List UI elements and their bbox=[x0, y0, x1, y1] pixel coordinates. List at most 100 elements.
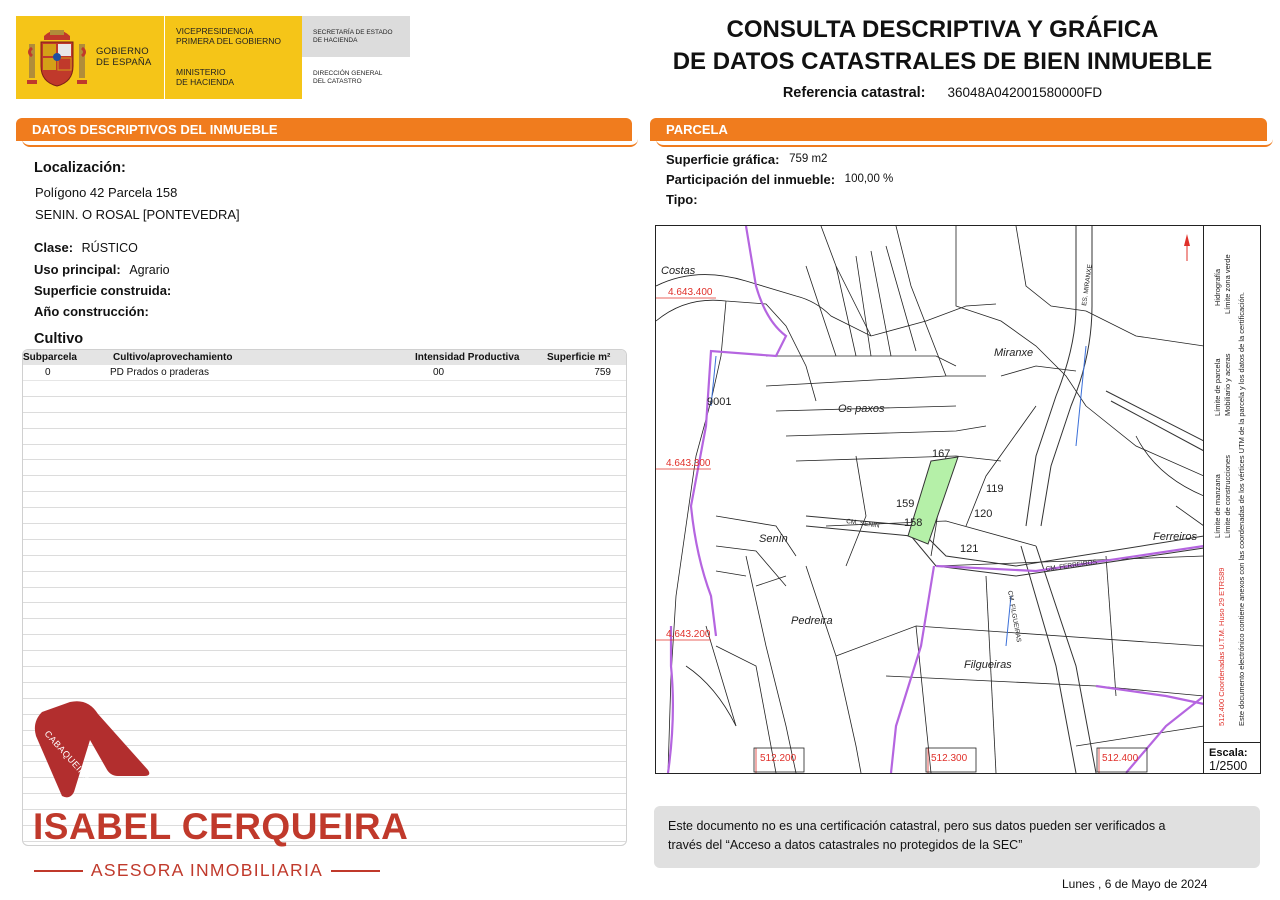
legend-construcciones: Límite de construcciones bbox=[1223, 455, 1232, 538]
place-senin: Senín bbox=[759, 533, 788, 545]
place-costas: Costas bbox=[661, 265, 696, 277]
header-cultivo: Cultivo/aprovechamiento bbox=[113, 352, 233, 363]
legend-parcela: Límite de parcela bbox=[1213, 358, 1222, 416]
gov-line2: DE ESPAÑA bbox=[96, 57, 152, 68]
coord-y-400: 4.643.400 bbox=[668, 287, 713, 298]
logo-direccion-text: DIRECCIÓN GENERAL DEL CATASTRO bbox=[313, 70, 382, 86]
scale-value: 1/2500 bbox=[1209, 759, 1248, 773]
logo-government-text: GOBIERNO DE ESPAÑA bbox=[96, 46, 151, 68]
cell-cultivo: PD Prados o praderas bbox=[110, 367, 209, 378]
superficie-grafica-row: Superficie gráfica: 759 m2 bbox=[666, 152, 827, 167]
min-line1: MINISTERIO bbox=[176, 67, 226, 77]
empty-table-row bbox=[23, 619, 626, 636]
participacion-value: 100,00 % bbox=[844, 173, 894, 185]
legend-zona-verde: Límite zona verde bbox=[1223, 254, 1232, 314]
scale-label: Escala: bbox=[1209, 747, 1248, 759]
sec-line1: SECRETARÍA DE ESTADO bbox=[313, 29, 393, 36]
ref-label: Referencia catastral: bbox=[782, 85, 926, 101]
place-miranxe: Miranxe bbox=[994, 347, 1033, 359]
sec-line2: DE HACIENDA bbox=[313, 37, 358, 44]
cell-intensidad: 00 bbox=[433, 367, 445, 378]
disclaimer-notice: Este documento no es una certificación c… bbox=[654, 806, 1260, 868]
participacion-row: Participación del inmueble: 100,00 % bbox=[666, 172, 893, 187]
header-superficie: Superficie m² bbox=[547, 352, 611, 363]
street-names: CM. SENIN CM. FERREIROS ES. MIRANXE CM. … bbox=[846, 263, 1098, 643]
cadastral-reference: Referencia catastral: 36048A042001580000… bbox=[650, 85, 1235, 101]
highlighted-parcel bbox=[907, 456, 959, 545]
header-subparcela: Subparcela bbox=[23, 352, 77, 363]
gov-line1: GOBIERNO bbox=[96, 46, 149, 57]
coord-x-300: 512.300 bbox=[931, 753, 968, 764]
section-header-parcela: PARCELA bbox=[650, 118, 1273, 147]
logo-ministerio-text: MINISTERIO DE HACIENDA bbox=[176, 67, 234, 87]
place-pedreira: Pedreira bbox=[791, 615, 833, 627]
parcel-9001: 9001 bbox=[707, 396, 731, 408]
legend-hidrografia: Hidrografía bbox=[1213, 268, 1222, 306]
empty-table-row bbox=[23, 492, 626, 509]
cell-subparcela: 0 bbox=[45, 367, 51, 378]
section-title-descriptive-a: DATOS DESCRIPTIVOS DEL bbox=[32, 122, 210, 137]
empty-table-row bbox=[23, 397, 626, 413]
logo-secretaria-text: SECRETARÍA DE ESTADO DE HACIENDA bbox=[313, 29, 393, 45]
street-senin: CM. SENIN bbox=[846, 518, 881, 530]
table-row: 0 PD Prados o praderas 00 759 bbox=[23, 365, 626, 381]
location-line1: Polígono 42 Parcela 158 bbox=[35, 185, 178, 200]
location-label: Localización: bbox=[34, 160, 126, 176]
parcel-167: 167 bbox=[932, 448, 950, 460]
north-arrow-icon bbox=[1184, 234, 1190, 261]
place-ferreiros: Ferreiros bbox=[1153, 531, 1198, 543]
place-filgueiras: Filgueiras bbox=[964, 659, 1012, 671]
government-logo: GOBIERNO DE ESPAÑA VICEPRESIDENCIA PRIME… bbox=[16, 16, 410, 99]
vice-line2: PRIMERA DEL GOBIERNO bbox=[176, 36, 282, 46]
empty-table-row bbox=[23, 445, 626, 461]
ref-value: 36048A042001580000FD bbox=[947, 85, 1103, 100]
participacion-label: Participación del inmueble: bbox=[666, 172, 836, 187]
agency-logo-icon: CABAQUEIRA bbox=[34, 701, 150, 798]
tipo-row: Tipo: bbox=[666, 192, 704, 207]
header-intensidad: Intensidad Productiva bbox=[415, 352, 520, 363]
empty-table-row bbox=[23, 556, 626, 572]
section-header-descriptive: DATOS DESCRIPTIVOS DEL INMUEBLE bbox=[16, 118, 638, 147]
cultivo-title: Cultivo bbox=[34, 331, 84, 347]
section-title-parcela: PARCELA bbox=[666, 122, 728, 137]
empty-table-row bbox=[23, 540, 626, 556]
empty-table-row bbox=[23, 588, 626, 604]
empty-table-row bbox=[23, 683, 626, 699]
map-legend: Hidrografía Límite zona verde Límite de … bbox=[1203, 226, 1260, 742]
empty-table-row bbox=[23, 635, 626, 652]
coord-ticks bbox=[656, 297, 1100, 773]
superficie-construida-label: Superficie construida: bbox=[34, 283, 172, 298]
title-line2: DE DATOS CATASTRALES DE BIEN INMUEBLE bbox=[672, 48, 1213, 75]
anio-construccion-row: Año construcción: bbox=[34, 304, 154, 319]
logo-vicepresidencia-text: VICEPRESIDENCIA PRIMERA DEL GOBIERNO bbox=[176, 26, 281, 46]
cell-superficie: 759 bbox=[594, 367, 611, 378]
vice-line1: VICEPRESIDENCIA bbox=[176, 26, 254, 36]
empty-table-row bbox=[23, 651, 626, 668]
min-line2: DE HACIENDA bbox=[176, 77, 235, 87]
coord-x-200: 512.200 bbox=[760, 753, 797, 764]
location-line2: SENIN. O ROSAL [PONTEVEDRA] bbox=[35, 207, 240, 222]
parcel-121: 121 bbox=[960, 543, 978, 555]
empty-table-row bbox=[23, 524, 626, 540]
title-line1: CONSULTA DESCRIPTIVA Y GRÁFICA bbox=[726, 16, 1159, 43]
empty-table-row bbox=[23, 508, 626, 525]
notice-line2: través del “Acceso a datos catastrales n… bbox=[668, 838, 1023, 852]
agency-line-right bbox=[331, 869, 381, 872]
utm-coordinates: 4.643.400 4.643.300 4.643.200 512.200 51… bbox=[666, 287, 1139, 764]
agency-name: ISABEL CERQUEIRA bbox=[33, 806, 409, 847]
dir-line2: DEL CATASTRO bbox=[313, 78, 362, 85]
map-scale: Escala: 1/2500 bbox=[1203, 742, 1260, 774]
road-lines bbox=[805, 226, 1204, 773]
parcel-159: 159 bbox=[896, 498, 914, 510]
logo-separator bbox=[164, 16, 165, 99]
legend-disclaimer: Este documento electrónico contiene anex… bbox=[1237, 292, 1246, 726]
cadastral-map: Costas Miranxe Os paxos Senín Pedreira F… bbox=[655, 225, 1261, 774]
empty-table-row bbox=[23, 667, 626, 683]
clase-row: Clase: RÚSTICO bbox=[34, 240, 138, 255]
tipo-label: Tipo: bbox=[666, 192, 698, 207]
uso-label: Uso principal: bbox=[34, 262, 121, 277]
empty-table-row bbox=[23, 476, 626, 493]
place-os-paxos: Os paxos bbox=[838, 403, 885, 415]
agency-line-left bbox=[34, 869, 83, 872]
cultivo-table-header: Subparcela Cultivo/aprovechamiento Inten… bbox=[23, 350, 626, 365]
